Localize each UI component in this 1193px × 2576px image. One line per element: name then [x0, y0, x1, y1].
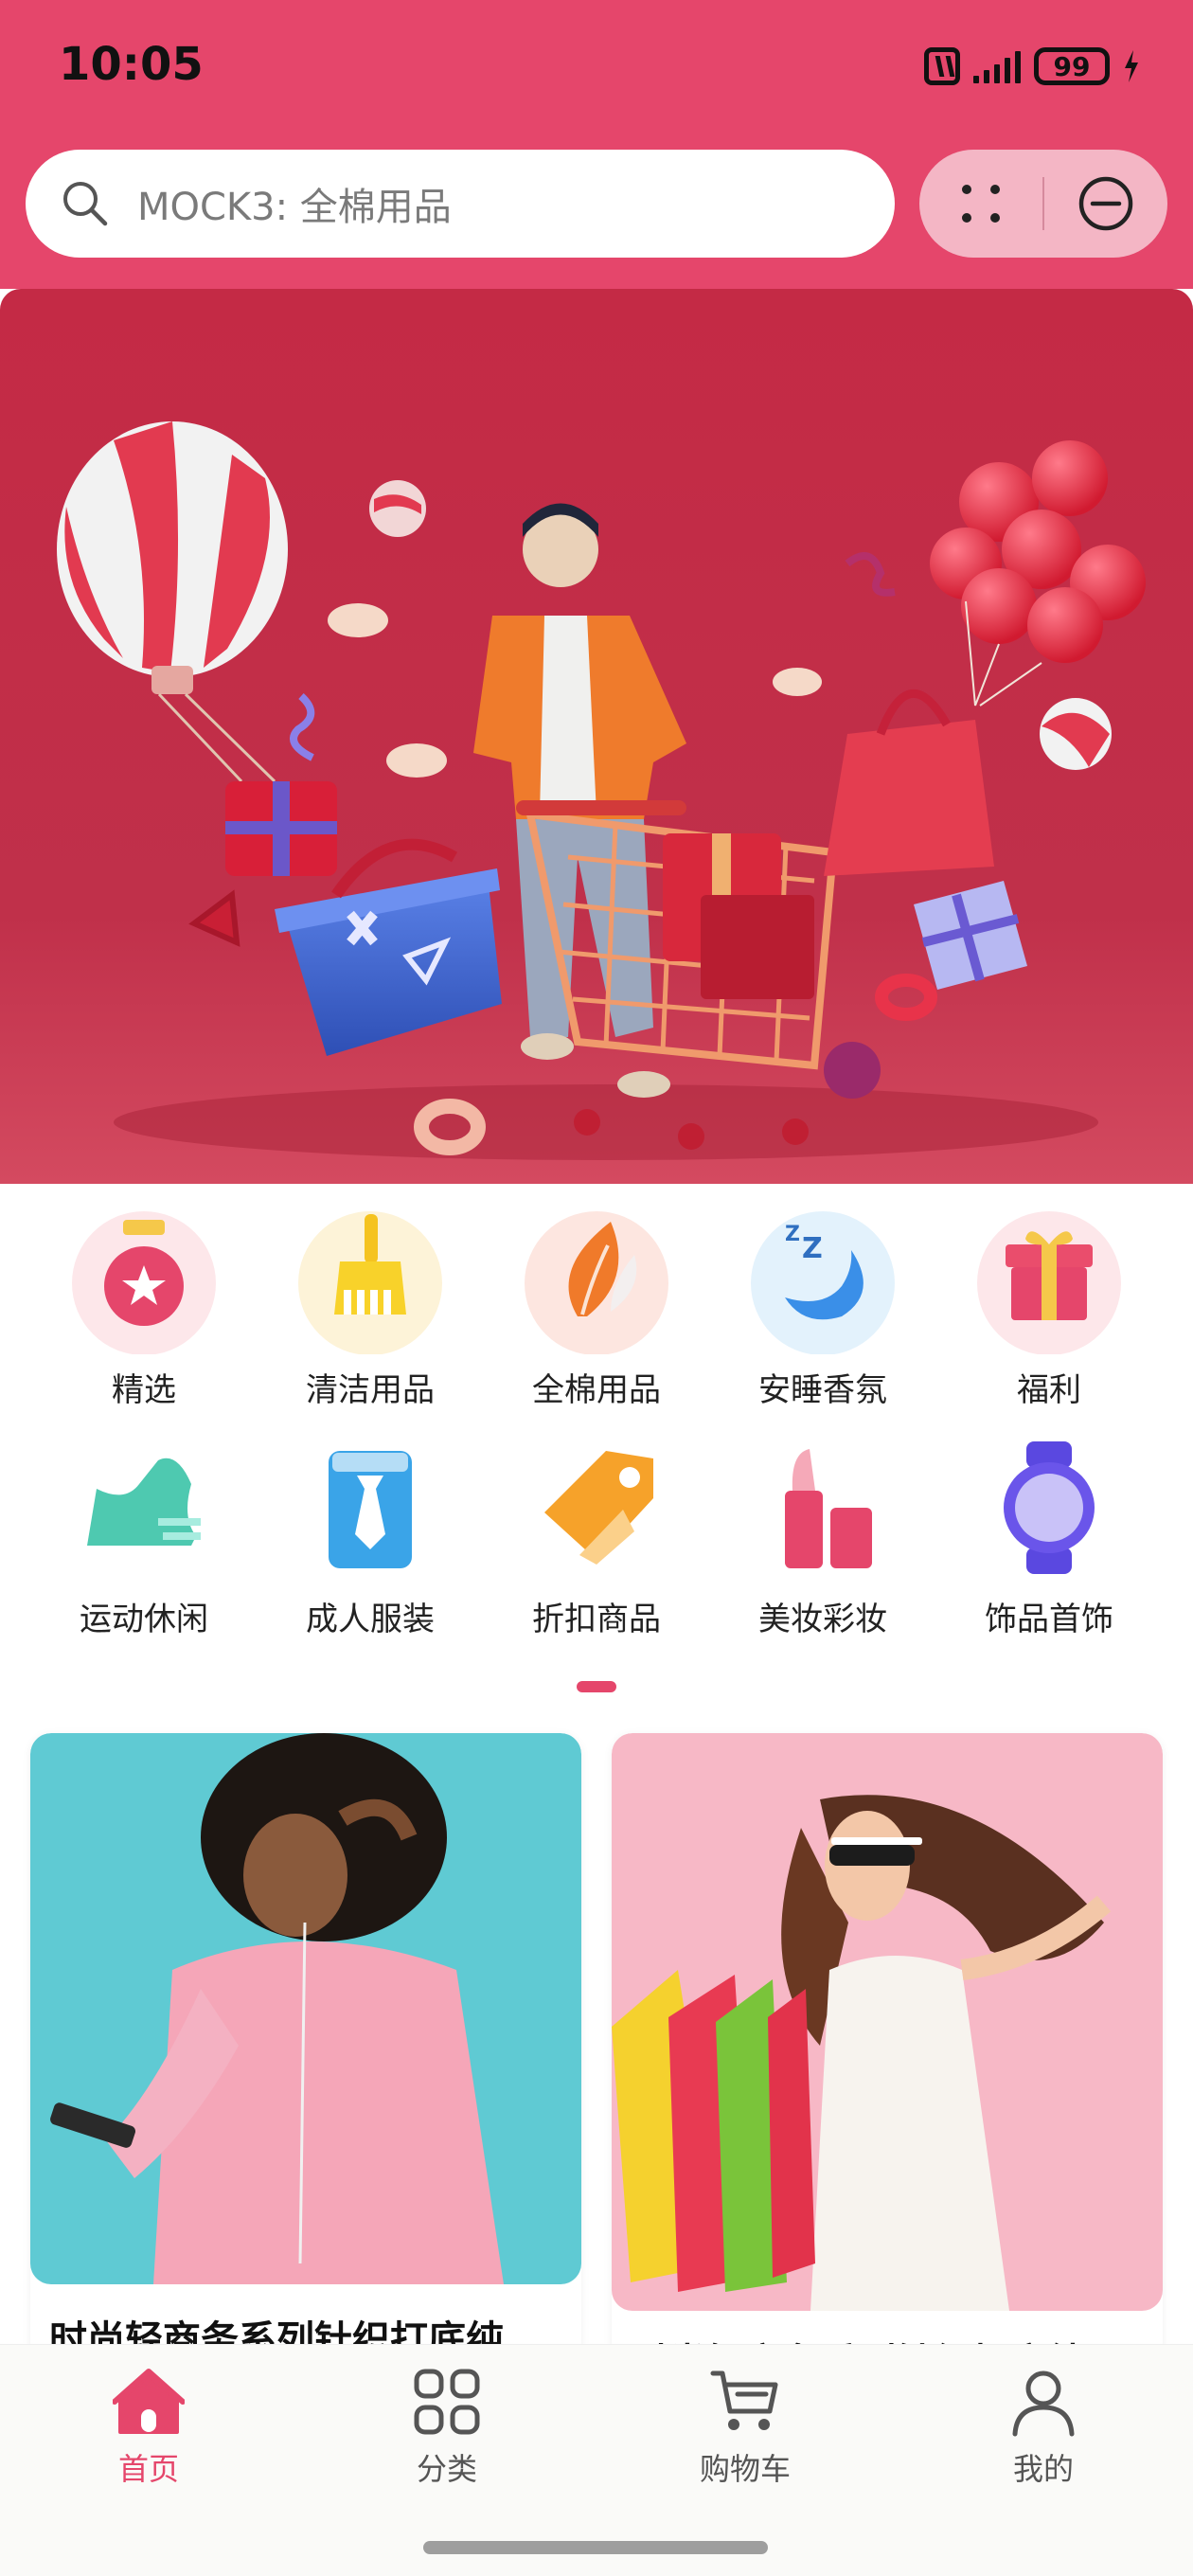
- category-featured[interactable]: 精选: [49, 1203, 239, 1411]
- product-card[interactable]: 时尚轻商务系列针织打底纯: [612, 1733, 1163, 2344]
- category-label: 精选: [112, 1371, 176, 1409]
- nfc-icon: [924, 47, 960, 85]
- product-card[interactable]: 时尚轻商务系列针织打底纯: [30, 1733, 581, 2344]
- minimize-circle-icon: [1078, 176, 1133, 231]
- leaf-icon: [521, 1203, 672, 1354]
- promo-banner[interactable]: [0, 289, 1193, 1184]
- product-image: [30, 1733, 581, 2284]
- category-cleaning[interactable]: 清洁用品: [276, 1203, 465, 1411]
- home-icon: [113, 2369, 185, 2434]
- product-title: 时尚轻商务系列针织打底纯: [631, 2332, 1085, 2344]
- category-label: 运动休闲: [80, 1601, 208, 1638]
- mini-program-capsule: [919, 150, 1167, 258]
- watch-icon: [973, 1432, 1125, 1583]
- price-tag-icon: [521, 1432, 672, 1583]
- category-welfare[interactable]: 福利: [954, 1203, 1144, 1411]
- tab-category[interactable]: 分类: [352, 2366, 542, 2498]
- tab-cart[interactable]: 购物车: [650, 2366, 840, 2498]
- charging-bolt-icon: [1125, 50, 1138, 82]
- product-image: [612, 1733, 1163, 2311]
- category-label: 成人服装: [306, 1601, 435, 1638]
- tab-label: 分类: [416, 2451, 477, 2487]
- page-indicator: [577, 1681, 616, 1692]
- svg-text:Z: Z: [785, 1223, 800, 1246]
- tab-label: 购物车: [699, 2451, 791, 2487]
- moon-sleep-icon: Z Z: [747, 1203, 899, 1354]
- search-icon: [63, 182, 108, 226]
- shopping-banner-illustration: [57, 421, 1146, 1160]
- category-label: 饰品首饰: [985, 1601, 1113, 1638]
- medal-star-icon: [68, 1203, 220, 1354]
- category-label: 福利: [1017, 1371, 1081, 1409]
- tab-label: 我的: [1012, 2451, 1074, 2487]
- tab-home[interactable]: 首页: [54, 2366, 243, 2498]
- category-sleep[interactable]: Z Z 安睡香氛: [728, 1203, 917, 1411]
- home-indicator[interactable]: [423, 2541, 768, 2554]
- category-label: 清洁用品: [306, 1371, 435, 1409]
- cart-icon: [710, 2370, 778, 2430]
- more-dots-icon: [962, 185, 1000, 223]
- category-sports[interactable]: 运动休闲: [49, 1432, 239, 1640]
- sneaker-icon: [68, 1432, 220, 1583]
- category-accessories[interactable]: 饰品首饰: [954, 1432, 1144, 1640]
- svg-text:Z: Z: [802, 1232, 823, 1265]
- grid-icon: [414, 2369, 480, 2435]
- search-bar[interactable]: MOCK3: 全棉用品: [26, 150, 895, 258]
- shirt-tie-icon: [294, 1432, 446, 1583]
- product-title: 时尚轻商务系列针织打底纯: [49, 2318, 504, 2344]
- category-label: 美妆彩妆: [758, 1601, 887, 1638]
- category-makeup[interactable]: 美妆彩妆: [728, 1432, 917, 1640]
- status-time: 10:05: [59, 38, 204, 91]
- category-cotton[interactable]: 全棉用品: [502, 1203, 691, 1411]
- user-icon: [1012, 2370, 1075, 2437]
- broom-icon: [294, 1203, 446, 1354]
- signal-icon: [973, 49, 1021, 83]
- status-icons: 99: [924, 45, 1140, 87]
- more-dots-button[interactable]: [919, 150, 1042, 258]
- category-label: 全棉用品: [532, 1371, 661, 1409]
- gift-icon: [973, 1203, 1125, 1354]
- lipstick-icon: [747, 1432, 899, 1583]
- category-adult-clothing[interactable]: 成人服装: [276, 1432, 465, 1640]
- category-label: 安睡香氛: [758, 1371, 887, 1409]
- tab-label: 首页: [117, 2451, 179, 2487]
- close-mini-program-button[interactable]: [1044, 150, 1167, 258]
- product-feed: 时尚轻商务系列针织打底纯 时尚轻商务系列针织打底纯: [0, 1714, 1193, 2344]
- search-placeholder: MOCK3: 全棉用品: [137, 186, 452, 229]
- tab-profile[interactable]: 我的: [949, 2366, 1138, 2498]
- category-grid: 精选 清洁用品 全棉用品 Z Z 安睡香氛 福利 运动休闲 成人服装 折扣商品 …: [0, 1203, 1193, 1657]
- category-discount[interactable]: 折扣商品: [502, 1432, 691, 1640]
- status-bar: 10:05 99: [0, 0, 1193, 133]
- category-label: 折扣商品: [532, 1601, 661, 1638]
- battery-icon: 99: [1034, 47, 1110, 85]
